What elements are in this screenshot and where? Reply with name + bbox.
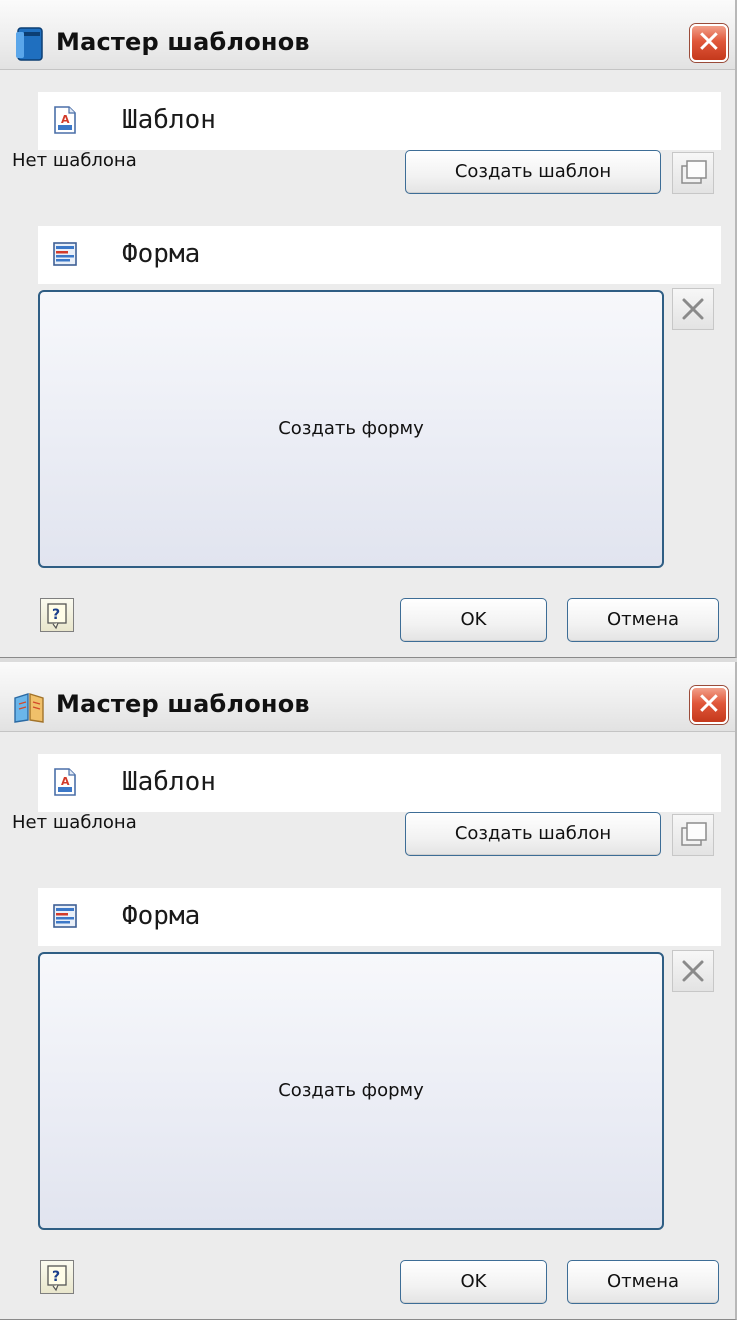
document-template-icon: A: [54, 106, 76, 134]
svg-text:?: ?: [52, 607, 60, 623]
template-status-text: Нет шаблона: [12, 812, 137, 833]
document-template-icon: A: [54, 768, 76, 796]
close-button[interactable]: ✕: [690, 686, 728, 724]
template-section-title: Шаблон: [122, 105, 216, 135]
template-section-header: A Шаблон: [38, 754, 721, 812]
create-form-area[interactable]: Создать форму: [38, 952, 664, 1230]
delete-form-button[interactable]: [672, 288, 714, 330]
ok-button[interactable]: OK: [400, 598, 547, 642]
blue-book-icon: [16, 27, 43, 61]
copy-template-button[interactable]: [672, 152, 714, 194]
help-button[interactable]: ?: [40, 1260, 74, 1294]
form-icon: [53, 242, 77, 266]
window-title: Мастер шаблонов: [56, 28, 310, 56]
form-section-title: Форма: [122, 239, 201, 269]
create-form-area[interactable]: Создать форму: [38, 290, 664, 568]
close-icon: ✕: [696, 25, 722, 60]
help-icon: ?: [47, 603, 67, 630]
ok-button[interactable]: OK: [400, 1260, 547, 1304]
copy-template-button[interactable]: [672, 814, 714, 856]
form-icon: [53, 904, 77, 928]
create-template-button[interactable]: Создать шаблон: [405, 812, 661, 856]
template-section-title: Шаблон: [122, 767, 216, 797]
create-form-label: Создать форму: [278, 418, 424, 439]
template-status-text: Нет шаблона: [12, 150, 137, 171]
cancel-button[interactable]: Отмена: [567, 598, 719, 642]
window-title: Мастер шаблонов: [56, 690, 310, 718]
form-section-header: Форма: [38, 888, 721, 946]
form-section-title: Форма: [122, 901, 201, 931]
create-template-button[interactable]: Создать шаблон: [405, 150, 661, 194]
svg-text:A: A: [61, 775, 70, 788]
form-section-header: Форма: [38, 226, 721, 284]
template-section-header: A Шаблон: [38, 92, 721, 150]
copy-icon: [681, 160, 707, 184]
title-bar[interactable]: Мастер шаблонов ✕: [0, 662, 735, 732]
close-icon: ✕: [696, 687, 722, 722]
copy-icon: [681, 822, 707, 846]
template-wizard-dialog: Мастер шаблонов ✕ A Шаблон Нет шаблона С…: [0, 662, 737, 1320]
delete-form-button[interactable]: [672, 950, 714, 992]
open-book-icon: [14, 693, 44, 723]
template-wizard-dialog: Мастер шаблонов ✕ A Шаблон Нет шаблона С…: [0, 0, 737, 658]
close-x-icon: [682, 960, 704, 982]
help-icon: ?: [47, 1265, 67, 1292]
close-button[interactable]: ✕: [690, 24, 728, 62]
create-form-label: Создать форму: [278, 1080, 424, 1101]
close-x-icon: [682, 298, 704, 320]
help-button[interactable]: ?: [40, 598, 74, 632]
svg-text:A: A: [61, 113, 70, 126]
svg-text:?: ?: [52, 1269, 60, 1285]
title-bar[interactable]: Мастер шаблонов ✕: [0, 0, 735, 70]
cancel-button[interactable]: Отмена: [567, 1260, 719, 1304]
